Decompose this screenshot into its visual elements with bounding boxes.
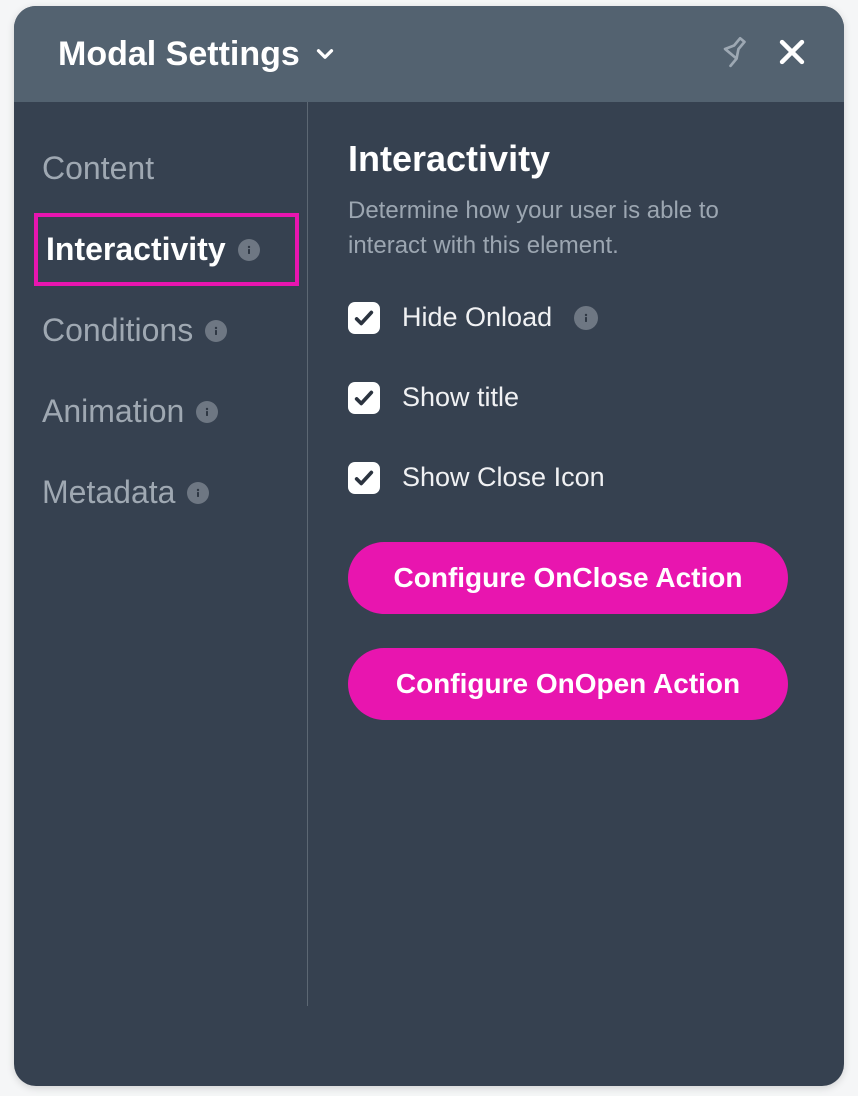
checkbox-label: Hide Onload: [402, 302, 552, 333]
sidebar-item-label: Metadata: [42, 474, 175, 511]
sidebar-item-label: Interactivity: [46, 231, 226, 268]
pin-button[interactable]: [712, 30, 760, 78]
section-title: Interactivity: [348, 138, 804, 180]
info-icon[interactable]: [574, 306, 598, 330]
info-icon[interactable]: [187, 482, 209, 504]
close-button[interactable]: [768, 30, 816, 78]
section-description: Determine how your user is able to inter…: [348, 194, 768, 264]
checkbox-label: Show title: [402, 382, 519, 413]
checkbox-row-show-close-icon: Show Close Icon: [348, 462, 804, 494]
panel-title-text: Modal Settings: [58, 35, 300, 74]
configure-onclose-button[interactable]: Configure OnClose Action: [348, 542, 788, 614]
info-icon[interactable]: [238, 239, 260, 261]
sidebar-item-content[interactable]: Content: [14, 132, 307, 205]
sidebar-item-animation[interactable]: Animation: [14, 375, 307, 448]
settings-panel: Modal Settings Content Interact: [14, 6, 844, 1086]
content-area: Interactivity Determine how your user is…: [308, 102, 844, 1086]
checkbox-show-close-icon[interactable]: [348, 462, 380, 494]
panel-header: Modal Settings: [14, 6, 844, 102]
sidebar: Content Interactivity Conditions Animati…: [14, 102, 308, 1006]
sidebar-item-label: Content: [42, 150, 154, 187]
pin-icon: [720, 36, 752, 73]
sidebar-item-metadata[interactable]: Metadata: [14, 456, 307, 529]
chevron-down-icon: [312, 41, 338, 67]
sidebar-item-interactivity[interactable]: Interactivity: [34, 213, 299, 286]
checkbox-label: Show Close Icon: [402, 462, 605, 493]
sidebar-item-label: Conditions: [42, 312, 193, 349]
close-icon: [775, 35, 809, 74]
sidebar-item-conditions[interactable]: Conditions: [14, 294, 307, 367]
checkbox-row-show-title: Show title: [348, 382, 804, 414]
sidebar-item-label: Animation: [42, 393, 184, 430]
info-icon[interactable]: [205, 320, 227, 342]
panel-title-dropdown[interactable]: Modal Settings: [58, 35, 338, 74]
info-icon[interactable]: [196, 401, 218, 423]
configure-onopen-button[interactable]: Configure OnOpen Action: [348, 648, 788, 720]
panel-body: Content Interactivity Conditions Animati…: [14, 102, 844, 1086]
checkbox-hide-onload[interactable]: [348, 302, 380, 334]
checkbox-row-hide-onload: Hide Onload: [348, 302, 804, 334]
checkbox-show-title[interactable]: [348, 382, 380, 414]
